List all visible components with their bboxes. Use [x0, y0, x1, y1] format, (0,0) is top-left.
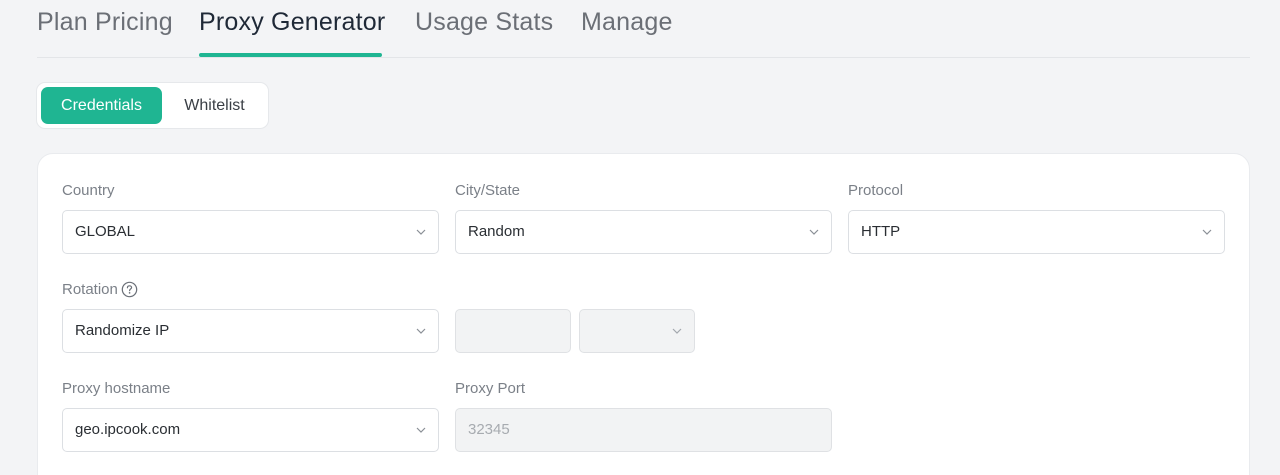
credentials-button[interactable]: Credentials: [41, 87, 162, 124]
chevron-down-icon: [416, 427, 426, 433]
protocol-label: Protocol: [848, 182, 904, 199]
protocol-select[interactable]: HTTP: [848, 210, 1225, 254]
tab-plan-pricing[interactable]: Plan Pricing: [37, 8, 173, 37]
proxy-port-label: Proxy Port: [455, 380, 526, 397]
city-state-label: City/State: [455, 182, 521, 199]
chevron-down-icon: [1202, 229, 1212, 235]
country-value: GLOBAL: [75, 223, 136, 240]
country-label: Country: [62, 182, 115, 199]
chevron-down-icon: [416, 328, 426, 334]
chevron-down-icon: [809, 229, 819, 235]
tab-usage-stats[interactable]: Usage Stats: [415, 8, 553, 37]
protocol-value: HTTP: [861, 223, 901, 240]
chevron-down-icon: [416, 229, 426, 235]
rotation-value: Randomize IP: [75, 322, 170, 339]
rotation-label: Rotation: [62, 281, 118, 298]
question-circle-icon[interactable]: [121, 281, 138, 298]
proxy-hostname-select[interactable]: geo.ipcook.com: [62, 408, 439, 452]
tab-proxy-generator[interactable]: Proxy Generator: [199, 8, 385, 37]
top-tabs: Plan Pricing Proxy Generator Usage Stats…: [37, 0, 1250, 58]
country-select[interactable]: GLOBAL: [62, 210, 439, 254]
active-tab-indicator: [199, 53, 382, 57]
city-state-select[interactable]: Random: [455, 210, 832, 254]
rotation-select[interactable]: Randomize IP: [62, 309, 439, 353]
auth-mode-toggle: Credentials Whitelist: [36, 82, 269, 129]
proxy-form-card: Country City/State Protocol GLOBAL Rando…: [37, 153, 1250, 475]
proxy-hostname-value: geo.ipcook.com: [75, 421, 181, 438]
rotation-duration-input[interactable]: [455, 309, 571, 353]
proxy-port-input[interactable]: 32345: [455, 408, 832, 452]
proxy-port-value: 32345: [468, 421, 510, 438]
proxy-hostname-label: Proxy hostname: [62, 380, 171, 397]
chevron-down-icon: [672, 328, 682, 334]
rotation-unit-select[interactable]: [579, 309, 695, 353]
whitelist-button[interactable]: Whitelist: [166, 87, 263, 124]
city-state-value: Random: [468, 223, 525, 240]
tab-manage[interactable]: Manage: [581, 8, 673, 37]
